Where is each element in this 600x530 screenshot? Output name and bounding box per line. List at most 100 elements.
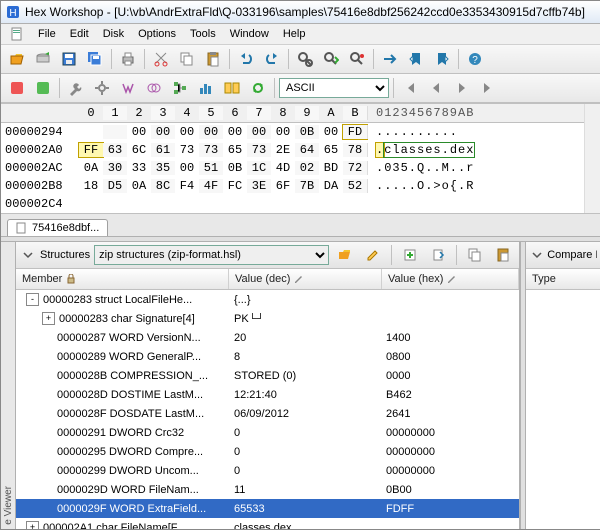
chart-icon[interactable]	[194, 76, 218, 100]
col-type[interactable]: Type	[526, 269, 600, 289]
structure-row[interactable]: +00000283 char Signature[4]PK└┘	[16, 309, 519, 328]
tool-a-icon[interactable]	[5, 76, 29, 100]
structure-row[interactable]: 00000299 DWORD Uncom...000000000	[16, 461, 519, 480]
tree-toggle[interactable]: +	[42, 312, 55, 325]
collapse-icon[interactable]	[20, 247, 36, 263]
struct-edit-icon[interactable]	[361, 243, 385, 267]
struct-copy-icon[interactable]	[463, 243, 487, 267]
copy-icon[interactable]	[175, 47, 199, 71]
goto-icon[interactable]	[378, 47, 402, 71]
toolbar-1: ?	[1, 45, 600, 74]
hex-row[interactable]: 000002AC0A30333500510B1C4D02BD72.035.Q..…	[1, 159, 584, 177]
structure-row[interactable]: -00000283 struct LocalFileHe...{...}	[16, 290, 519, 309]
hex-header: 0123456789AB 0123456789AB	[1, 104, 584, 123]
resync-icon[interactable]	[246, 76, 270, 100]
wrench-icon[interactable]	[64, 76, 88, 100]
menu-window[interactable]: Window	[223, 26, 276, 42]
checksum-icon[interactable]	[116, 76, 140, 100]
hex-row[interactable]: 000002A0FF636C61737365732E646578.classes…	[1, 141, 584, 159]
structure-row[interactable]: 0000028D DOSTIME LastM...12:21:40B462	[16, 385, 519, 404]
structure-row[interactable]: 0000028F DOSDATE LastM...06/09/20122641	[16, 404, 519, 423]
find-icon[interactable]	[293, 47, 317, 71]
hex-scrollbar[interactable]	[584, 104, 600, 213]
open-disk-icon[interactable]	[31, 47, 55, 71]
struct-add-icon[interactable]	[398, 243, 422, 267]
structures-panel: Structures zip structures (zip-format.hs…	[16, 242, 520, 529]
tool-b-icon[interactable]	[31, 76, 55, 100]
bookmark-back-icon[interactable]	[404, 47, 428, 71]
struct-export-icon[interactable]	[426, 243, 450, 267]
redo-icon[interactable]	[260, 47, 284, 71]
collapse-icon[interactable]	[530, 247, 543, 263]
compare-icon[interactable]	[220, 76, 244, 100]
help-icon[interactable]: ?	[463, 47, 487, 71]
replace-icon[interactable]	[345, 47, 369, 71]
structure-row[interactable]: 00000295 DWORD Compre...000000000	[16, 442, 519, 461]
ascii-header: 0123456789AB	[367, 106, 474, 120]
svg-text:?: ?	[472, 55, 478, 66]
encoding-select[interactable]: ASCII	[279, 78, 389, 98]
col-member[interactable]: Member	[16, 269, 229, 289]
open-icon[interactable]	[5, 47, 29, 71]
menu-help[interactable]: Help	[276, 26, 313, 42]
find-next-icon[interactable]	[319, 47, 343, 71]
structure-icon[interactable]	[168, 76, 192, 100]
svg-text:H: H	[9, 8, 16, 19]
structure-row[interactable]: 00000287 WORD VersionN...201400	[16, 328, 519, 347]
structures-title: Structures	[40, 249, 90, 261]
nav-prev-icon[interactable]	[424, 76, 448, 100]
structures-columns: Member Value (dec) Value (hex)	[16, 269, 519, 290]
structure-row[interactable]: 0000029F WORD ExtraField...65533FDFF	[16, 499, 519, 518]
save-icon[interactable]	[57, 47, 81, 71]
menu-options[interactable]: Options	[131, 26, 183, 42]
save-all-icon[interactable]	[83, 47, 107, 71]
menu-disk[interactable]: Disk	[96, 26, 131, 42]
menu-tools[interactable]: Tools	[183, 26, 223, 42]
compare-columns: Type	[526, 269, 600, 290]
document-tabs: 75416e8dbf...	[1, 213, 600, 236]
lock-icon	[66, 274, 76, 284]
structures-grid[interactable]: -00000283 struct LocalFileHe...{...}+000…	[16, 290, 519, 529]
hex-row[interactable]: 00000294 000000000000000B00FD..........	[1, 123, 584, 141]
structure-row[interactable]: 00000291 DWORD Crc32000000000	[16, 423, 519, 442]
menu-file[interactable]: File	[31, 26, 63, 42]
structure-row[interactable]: +000002A1 char FileName[F...classes.dex	[16, 518, 519, 529]
nav-first-icon[interactable]	[398, 76, 422, 100]
settings-icon[interactable]	[90, 76, 114, 100]
nav-last-icon[interactable]	[476, 76, 500, 100]
tab-document[interactable]: 75416e8dbf...	[7, 219, 108, 236]
struct-open-icon[interactable]	[333, 243, 357, 267]
viewer-sidebar[interactable]: e Viewer	[1, 242, 16, 529]
compare-panel: Compare Re Type	[526, 242, 600, 529]
col-value-dec[interactable]: Value (dec)	[229, 269, 382, 289]
structure-row[interactable]: 00000289 WORD GeneralP...80800	[16, 347, 519, 366]
print-icon[interactable]	[116, 47, 140, 71]
nav-next-icon[interactable]	[450, 76, 474, 100]
col-value-hex[interactable]: Value (hex)	[382, 269, 519, 289]
undo-icon[interactable]	[234, 47, 258, 71]
cut-icon[interactable]	[149, 47, 173, 71]
tree-toggle[interactable]: -	[26, 293, 39, 306]
hex-view: 0123456789AB 0123456789AB 00000294 00000…	[1, 103, 600, 213]
structures-select[interactable]: zip structures (zip-format.hsl)	[94, 245, 329, 265]
structure-row[interactable]: 0000029D WORD FileNam...110B00	[16, 480, 519, 499]
menubar: File Edit Disk Options Tools Window Help	[1, 24, 600, 45]
doc-tab-icon	[16, 222, 28, 234]
tab-label: 75416e8dbf...	[32, 222, 99, 234]
struct-paste-icon[interactable]	[491, 243, 515, 267]
bookmark-fwd-icon[interactable]	[430, 47, 454, 71]
menu-edit[interactable]: Edit	[63, 26, 96, 42]
hex-row[interactable]: 000002C4	[1, 195, 584, 213]
viewer-label: e Viewer	[3, 482, 14, 529]
titlebar: H Hex Workshop - [U:\vb\AndrExtraFld\Q-0…	[1, 1, 600, 24]
pencil-icon	[294, 274, 304, 284]
compare-grid[interactable]	[526, 290, 600, 529]
xor-icon[interactable]	[142, 76, 166, 100]
compare-title: Compare Re	[547, 249, 597, 261]
app-icon: H	[5, 4, 21, 20]
hex-row[interactable]: 000002B818D50A8CF44FFC3E6F7BDA52.....O.>…	[1, 177, 584, 195]
pencil-icon	[447, 274, 457, 284]
window-title: Hex Workshop - [U:\vb\AndrExtraFld\Q-033…	[25, 5, 585, 19]
paste-icon[interactable]	[201, 47, 225, 71]
structure-row[interactable]: 0000028B COMPRESSION_...STORED (0)0000	[16, 366, 519, 385]
